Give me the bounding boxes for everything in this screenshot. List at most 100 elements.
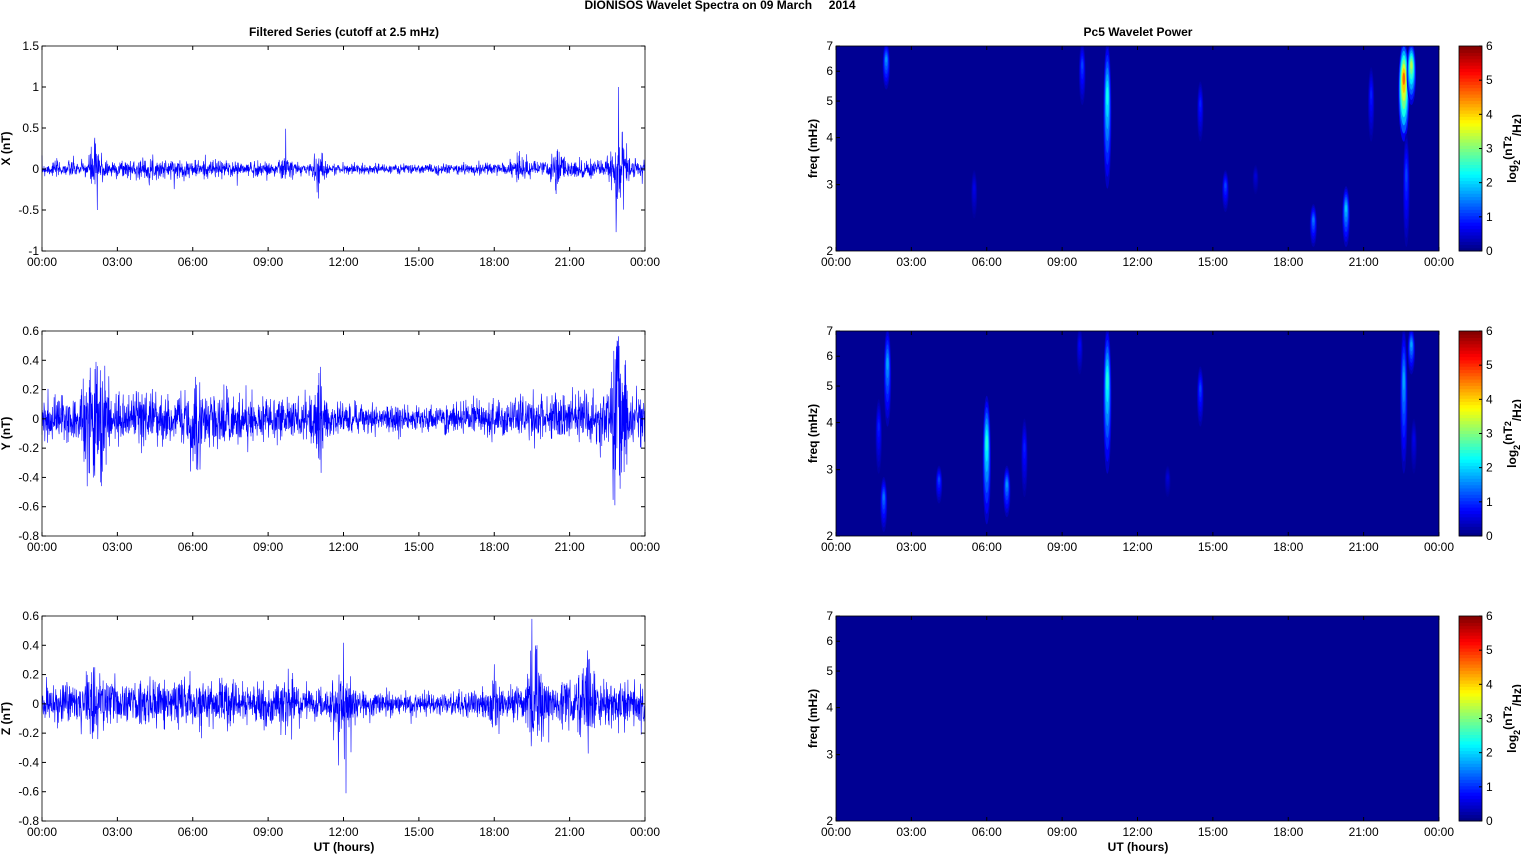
y-tick-label: 5 xyxy=(826,94,833,108)
x-tick-label: 00:00 xyxy=(630,825,660,839)
colorbar-segment xyxy=(1459,382,1482,386)
colorbar-segment xyxy=(1459,100,1482,105)
wavelet-power-blob xyxy=(882,493,885,501)
colorbar-tick-label: 6 xyxy=(1486,609,1493,623)
colorbar-segment xyxy=(1459,689,1482,694)
colorbar-segment xyxy=(1459,430,1482,434)
x-tick-label: 18:00 xyxy=(479,825,509,839)
colorbar-segment xyxy=(1459,519,1482,524)
colorbar-segment xyxy=(1459,625,1482,630)
wavelet-power-blob xyxy=(1106,86,1109,106)
x-tick-label: 12:00 xyxy=(1122,255,1152,269)
colorbar-segment xyxy=(1459,68,1482,73)
colorbar-segment xyxy=(1459,404,1482,409)
left-xlabel: UT (hours) xyxy=(314,840,375,854)
colorbar-segment xyxy=(1459,529,1482,534)
colorbar-tick-label: 0 xyxy=(1486,529,1493,543)
colorbar-segment xyxy=(1459,708,1482,713)
y-tick-label: -0.2 xyxy=(18,441,39,455)
colorbar-segment xyxy=(1459,475,1482,479)
colorbar-segment xyxy=(1459,756,1482,761)
colorbar-segment xyxy=(1459,347,1482,351)
colorbar-label-part: log xyxy=(1505,450,1519,468)
colorbar-segment xyxy=(1459,436,1482,441)
x-tick-label: 06:00 xyxy=(178,540,208,554)
colorbar-segment xyxy=(1459,420,1482,425)
colorbar-label-part: (nT xyxy=(1501,141,1515,160)
colorbar-segment xyxy=(1459,113,1482,117)
colorbar-segment xyxy=(1459,478,1482,483)
x-tick-label: 03:00 xyxy=(102,825,132,839)
colorbar-tick-label: 2 xyxy=(1486,461,1493,475)
wavelet-power-blob xyxy=(877,422,880,432)
colorbar-segment xyxy=(1459,471,1482,476)
colorbar-segment xyxy=(1459,372,1482,377)
colorbar-tick-label: 1 xyxy=(1486,210,1493,224)
colorbar-segment xyxy=(1459,350,1482,354)
wavelet-power-blob xyxy=(1254,173,1257,178)
colorbar-segment xyxy=(1459,331,1482,335)
colorbar-tick-label: 5 xyxy=(1486,73,1493,87)
colorbar-segment xyxy=(1459,411,1482,415)
colorbar-tick-label: 3 xyxy=(1486,712,1493,726)
colorbar-segment xyxy=(1459,446,1482,451)
x-tick-label: 00:00 xyxy=(27,540,57,554)
colorbar-label-part: /Hz) xyxy=(1510,399,1521,421)
colorbar-tick-label: 4 xyxy=(1486,677,1493,691)
colorbar-segment xyxy=(1459,804,1482,809)
y-tick-label: 4 xyxy=(826,131,833,145)
colorbar-tick-label: 3 xyxy=(1486,427,1493,441)
colorbar-segment xyxy=(1459,664,1482,668)
colorbar-label: log2(nT2/Hz) xyxy=(1501,114,1521,183)
colorbar-tick-label: 5 xyxy=(1486,643,1493,657)
colorbar-segment xyxy=(1459,641,1482,646)
colorbar-segment xyxy=(1459,49,1482,53)
colorbar-segment xyxy=(1459,526,1482,531)
colorbar-segment xyxy=(1459,814,1482,819)
x-tick-label: 12:00 xyxy=(1122,540,1152,554)
colorbar-segment xyxy=(1459,170,1482,175)
colorbar-segment xyxy=(1459,238,1482,242)
colorbar-segment xyxy=(1459,798,1482,803)
y-tick-label: 3 xyxy=(826,748,833,762)
wavelet-power-blob xyxy=(1224,182,1227,189)
y-tick-label: 7 xyxy=(826,39,833,53)
wavelet-power-blob xyxy=(1078,341,1081,348)
colorbar-segment xyxy=(1459,705,1482,710)
colorbar-segment xyxy=(1459,500,1482,505)
x-tick-label: 09:00 xyxy=(253,255,283,269)
colorbar-segment xyxy=(1459,740,1482,745)
y-tick-label: -0.4 xyxy=(18,470,39,484)
colorbar-segment xyxy=(1459,788,1482,793)
colorbar-segment xyxy=(1459,657,1482,662)
wavelet-power-blob xyxy=(1166,475,1169,480)
colorbar-label-part: /Hz) xyxy=(1510,684,1521,706)
colorbar-segment xyxy=(1459,62,1482,66)
x-tick-label: 09:00 xyxy=(253,540,283,554)
colorbar-segment xyxy=(1459,481,1482,486)
colorbar-segment xyxy=(1459,222,1482,226)
y-tick-label: 0.6 xyxy=(22,324,39,338)
colorbar-segment xyxy=(1459,465,1482,470)
wavelet-power-blob xyxy=(1402,371,1405,391)
x-tick-label: 18:00 xyxy=(1273,540,1303,554)
colorbar-segment xyxy=(1459,439,1482,444)
colorbar-segment xyxy=(1459,241,1482,246)
colorbar-segment xyxy=(1459,132,1482,137)
figure-title: DIONISOS Wavelet Spectra on 09 March 201… xyxy=(585,0,856,12)
colorbar-segment xyxy=(1459,353,1482,358)
colorbar-segment xyxy=(1459,46,1482,50)
figure: DIONISOS Wavelet Spectra on 09 March 201… xyxy=(0,0,1521,854)
colorbar-segment xyxy=(1459,718,1482,723)
x-tick-label: 12:00 xyxy=(1122,825,1152,839)
x-tick-label: 06:00 xyxy=(972,825,1002,839)
colorbar-segment xyxy=(1459,225,1482,230)
colorbar-segment xyxy=(1459,616,1482,620)
y-tick-label: 0.6 xyxy=(22,609,39,623)
colorbar-segment xyxy=(1459,94,1482,98)
y-axis-label: X (nT) xyxy=(0,132,13,166)
y-tick-label: 1 xyxy=(32,80,39,94)
colorbar-segment xyxy=(1459,782,1482,787)
colorbar-segment xyxy=(1459,673,1482,678)
colorbar-segment xyxy=(1459,145,1482,149)
